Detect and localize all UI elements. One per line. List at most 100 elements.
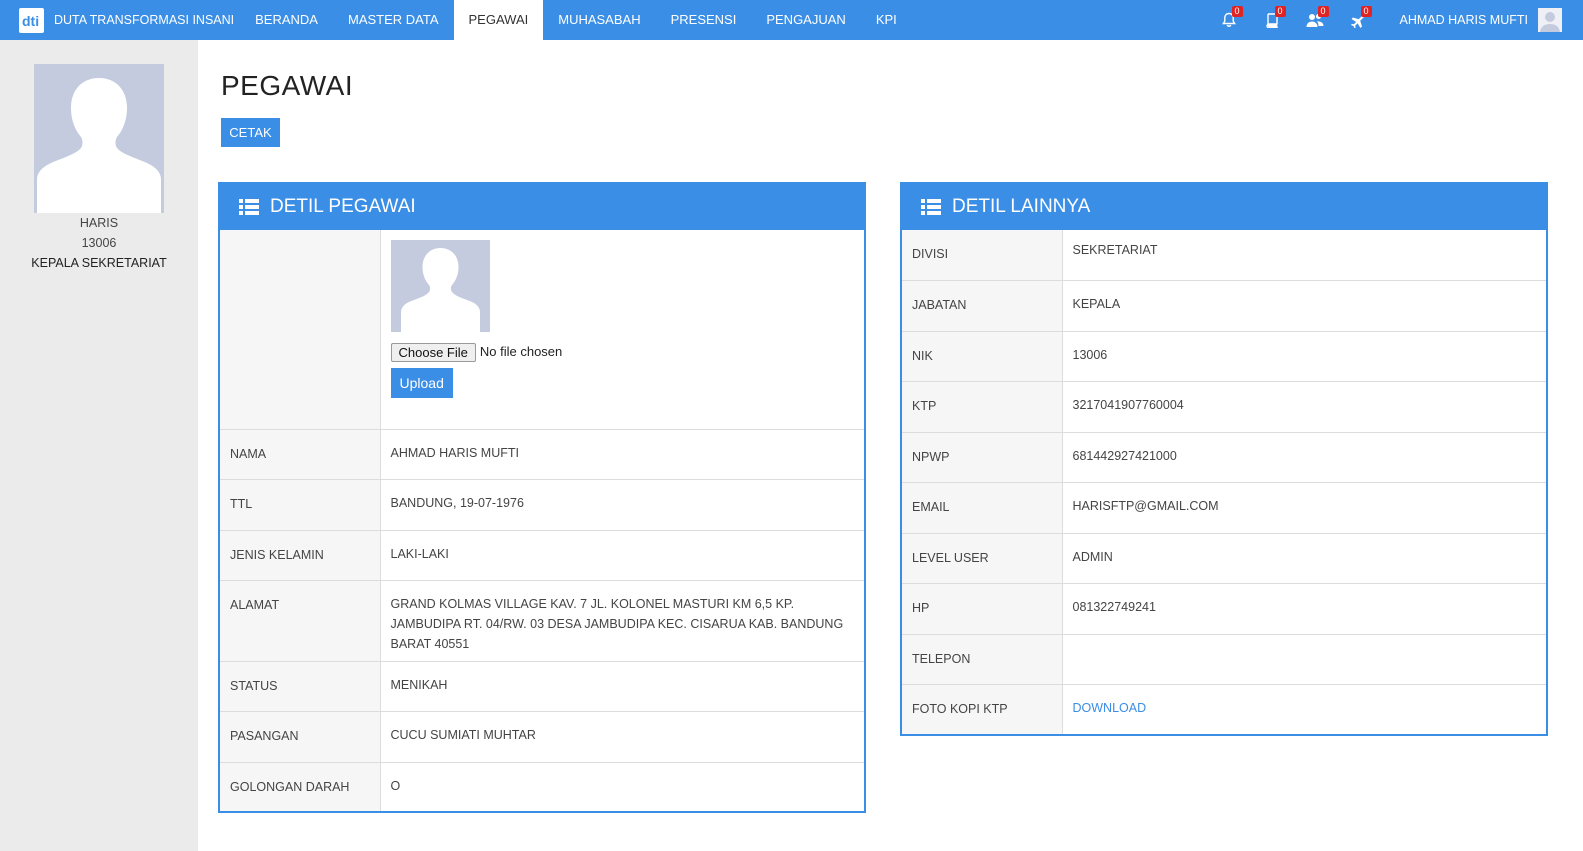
row-value: 681442927421000 <box>1062 431 1546 482</box>
table-row: JENIS KELAMIN LAKI-LAKI <box>220 529 864 580</box>
table-row: KTP 3217041907760004 <box>902 380 1546 432</box>
row-value: ADMIN <box>1062 532 1546 583</box>
row-label: NAMA <box>220 428 381 479</box>
brand-logo: dti <box>19 7 44 33</box>
notification-users-button[interactable]: 0 <box>1294 0 1337 40</box>
notification-badge: 0 <box>1360 6 1372 17</box>
sidebar: HARIS 13006 KEPALA SEKRETARIAT <box>0 40 198 851</box>
print-button[interactable]: CETAK <box>221 118 280 147</box>
list-icon <box>239 199 259 215</box>
row-label: TTL <box>220 478 381 530</box>
row-value-cell: DOWNLOAD <box>1062 683 1546 734</box>
row-value: MENIKAH <box>380 660 864 711</box>
photo-upload-cell: Choose File No file chosen Upload <box>380 230 864 429</box>
notification-badge: 0 <box>1317 6 1329 17</box>
download-ktp-link[interactable]: DOWNLOAD <box>1073 701 1147 715</box>
upload-button[interactable]: Upload <box>390 368 453 398</box>
user-avatar[interactable] <box>1538 8 1562 32</box>
notification-bell-button[interactable]: 0 <box>1208 0 1251 40</box>
notification-badge: 0 <box>1231 6 1243 17</box>
row-value: 081322749241 <box>1062 582 1546 634</box>
table-row: ALAMAT GRAND KOLMAS VILLAGE KAV. 7 JL. K… <box>220 579 864 661</box>
row-label: ALAMAT <box>220 579 381 661</box>
table-row: JABATAN KEPALA <box>902 279 1546 331</box>
table-row: LEVEL USER ADMIN <box>902 532 1546 583</box>
row-label: PASANGAN <box>220 710 381 762</box>
sidebar-user-name: HARIS <box>79 216 119 230</box>
notification-badge: 0 <box>1274 6 1286 17</box>
table-row: STATUS MENIKAH <box>220 660 864 711</box>
nav-right: 0 0 0 0 AHMAD HARIS MUFTI <box>1208 0 1583 40</box>
row-label: TELEPON <box>902 633 1063 684</box>
row-value: SEKRETARIAT <box>1072 243 1158 257</box>
nav-item-beranda[interactable]: BERANDA <box>240 0 333 40</box>
detail-lainnya-panel: DETIL LAINNYA DIVISI SEKRETARIAT JABATAN… <box>900 182 1548 736</box>
row-label <box>220 230 381 429</box>
table-row: GOLONGAN DARAH O <box>220 761 864 811</box>
table-row: DIVISI SEKRETARIAT <box>902 230 1546 280</box>
notification-book-button[interactable]: 0 <box>1251 0 1294 40</box>
table-row: EMAIL HARISFTP@GMAIL.COM <box>902 481 1546 533</box>
nav-item-pengajuan[interactable]: PENGAJUAN <box>751 0 860 40</box>
panel-title: DETIL LAINNYA <box>952 196 1091 217</box>
svg-text:dti: dti <box>22 13 39 29</box>
main-nav: BERANDA MASTER DATA PEGAWAI MUHASABAH PR… <box>240 0 912 40</box>
table-row: FOTO KOPI KTP DOWNLOAD <box>902 683 1546 734</box>
row-label: STATUS <box>220 660 381 711</box>
list-icon <box>921 199 941 215</box>
nav-item-pegawai[interactable]: PEGAWAI <box>453 0 544 40</box>
row-value: 13006 <box>1062 330 1546 381</box>
row-label: KTP <box>902 380 1063 432</box>
table-row: TTL BANDUNG, 19-07-1976 <box>220 478 864 530</box>
panel-header: DETIL PEGAWAI <box>220 184 864 230</box>
row-value: AHMAD HARIS MUFTI <box>380 428 864 479</box>
profile-photo <box>34 64 164 213</box>
row-value: 3217041907760004 <box>1062 380 1546 432</box>
table-row: TELEPON <box>902 633 1546 684</box>
table-row: NAMA AHMAD HARIS MUFTI <box>220 428 864 479</box>
brand[interactable]: dti DUTA TRANSFORMASI INSANI <box>0 0 234 40</box>
notification-plane-button[interactable]: 0 <box>1337 0 1380 40</box>
user-menu-name[interactable]: AHMAD HARIS MUFTI <box>1400 13 1528 27</box>
table-row: HP 081322749241 <box>902 582 1546 634</box>
brand-name: DUTA TRANSFORMASI INSANI <box>54 13 235 27</box>
top-navbar: dti DUTA TRANSFORMASI INSANI BERANDA MAS… <box>0 0 1583 40</box>
row-value: LAKI-LAKI <box>380 529 864 580</box>
row-value: GRAND KOLMAS VILLAGE KAV. 7 JL. KOLONEL … <box>380 579 864 661</box>
row-value: O <box>380 761 864 811</box>
file-picker: Choose File No file chosen <box>390 342 855 362</box>
row-label: DIVISI <box>902 230 1063 280</box>
row-label: NIK <box>902 330 1063 381</box>
row-label: HP <box>902 582 1063 634</box>
detail-pegawai-table: Choose File No file chosen Upload NAMA A… <box>220 230 864 811</box>
nav-item-muhasabah[interactable]: MUHASABAH <box>543 0 655 40</box>
panel-title: DETIL PEGAWAI <box>270 196 416 217</box>
nav-item-master-data[interactable]: MASTER DATA <box>333 0 454 40</box>
table-row: NPWP 681442927421000 <box>902 431 1546 482</box>
page-title: PEGAWAI <box>221 70 354 101</box>
choose-file-button[interactable]: Choose File <box>390 342 476 362</box>
nav-item-presensi[interactable]: PRESENSI <box>656 0 752 40</box>
row-label: FOTO KOPI KTP <box>902 683 1063 734</box>
sidebar-user-position: KEPALA SEKRETARIAT <box>31 256 167 270</box>
row-label: JABATAN <box>902 279 1063 331</box>
row-value: CUCU SUMIATI MUHTAR <box>380 710 864 762</box>
employee-photo <box>390 240 490 332</box>
table-row: NIK 13006 <box>902 330 1546 381</box>
panel-header: DETIL LAINNYA <box>902 184 1546 230</box>
row-label: NPWP <box>902 431 1063 482</box>
row-label: LEVEL USER <box>902 532 1063 583</box>
row-label: GOLONGAN DARAH <box>220 761 381 811</box>
table-row: Choose File No file chosen Upload <box>220 230 864 429</box>
row-value <box>1062 633 1546 684</box>
file-status: No file chosen <box>479 344 563 359</box>
row-label: EMAIL <box>902 481 1063 533</box>
row-value: KEPALA <box>1062 279 1546 331</box>
nav-item-kpi[interactable]: KPI <box>861 0 912 40</box>
row-label: JENIS KELAMIN <box>220 529 381 580</box>
detail-pegawai-panel: DETIL PEGAWAI Choose File No file chosen… <box>218 182 866 813</box>
table-row: PASANGAN CUCU SUMIATI MUHTAR <box>220 710 864 762</box>
detail-lainnya-table: DIVISI SEKRETARIAT JABATAN KEPALA NIK 13… <box>902 230 1546 734</box>
row-value: BANDUNG, 19-07-1976 <box>380 478 864 530</box>
row-value: HARISFTP@GMAIL.COM <box>1062 481 1546 533</box>
